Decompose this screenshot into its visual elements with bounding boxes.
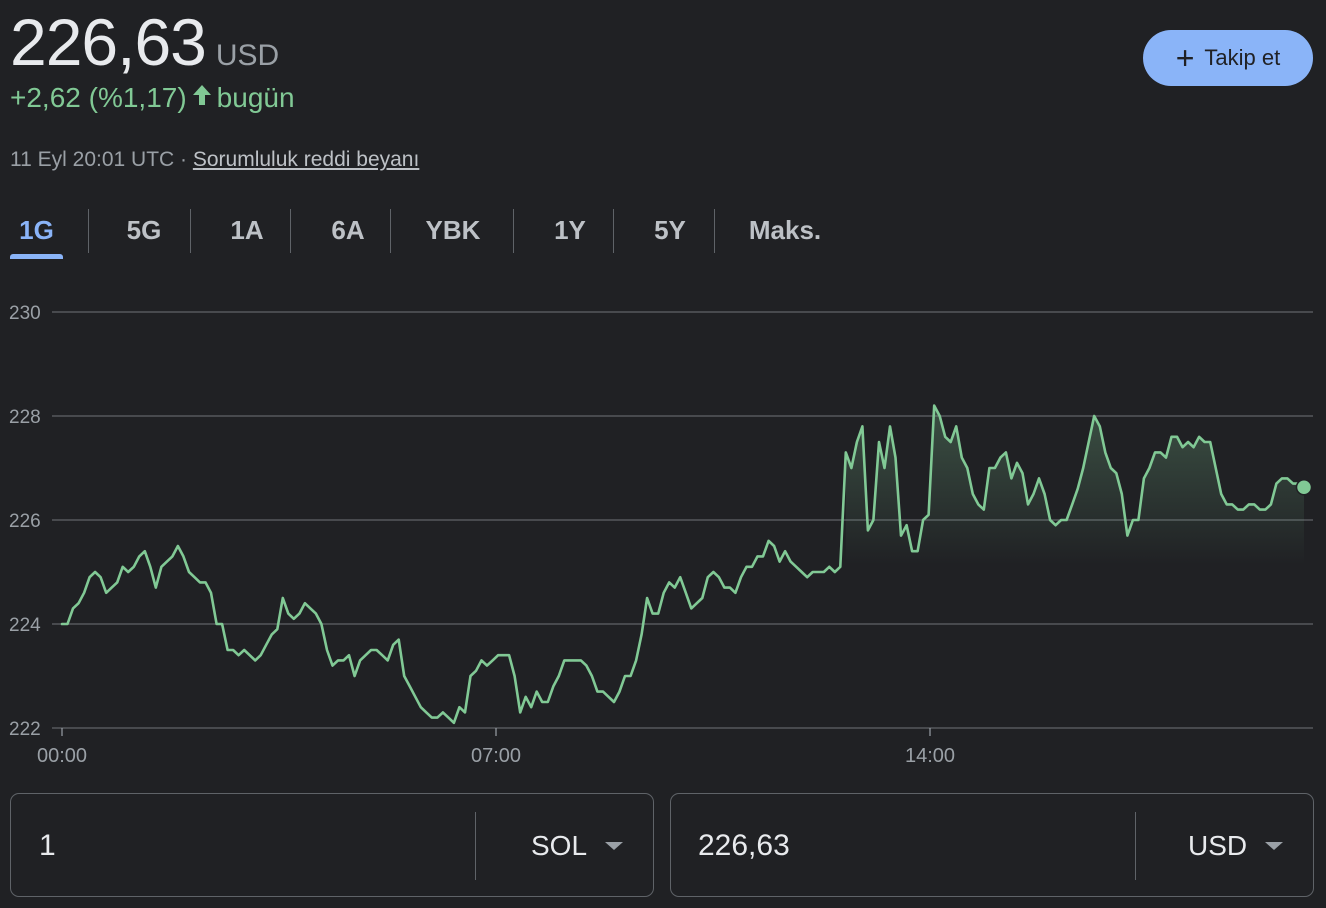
tab-ybk[interactable]: YBK <box>415 205 491 255</box>
x-tick-label: 07:00 <box>471 745 521 767</box>
tab-divider <box>190 209 191 253</box>
current-price: 226,63 <box>10 5 207 79</box>
tab-divider <box>390 209 391 253</box>
converter-from-input[interactable]: 1 <box>39 794 56 898</box>
x-tick-label: 00:00 <box>37 745 87 767</box>
follow-button[interactable]: + Takip et <box>1143 30 1313 86</box>
range-tabs: 1G 5G 1A 6A YBK 1Y 5Y Maks. <box>0 205 1326 261</box>
converter-to-unit-select[interactable]: USD <box>1188 794 1284 898</box>
tab-6a[interactable]: 6A <box>316 205 380 255</box>
converter-to-unit: USD <box>1188 830 1248 861</box>
tab-1y[interactable]: 1Y <box>538 205 602 255</box>
converter-from: 1 SOL <box>10 793 654 897</box>
dropdown-caret-icon <box>1265 842 1284 850</box>
converter-to-input[interactable]: 226,63 <box>698 794 790 898</box>
quote-timestamp: 11 Eyl 20:01 UTC · <box>10 148 188 171</box>
price-change-value: +2,62 (%1,17) <box>10 82 187 113</box>
price-currency: USD <box>215 39 280 72</box>
quote-timestamp-row: 11 Eyl 20:01 UTC · Sorumluluk reddi beya… <box>10 148 419 172</box>
price-change: +2,62 (%1,17) bugün <box>10 82 295 114</box>
tab-divider <box>714 209 715 253</box>
converter-from-unit-select[interactable]: SOL <box>531 794 624 898</box>
converter-divider <box>475 812 476 880</box>
tab-1g[interactable]: 1G <box>10 205 63 259</box>
price-chart[interactable]: 230 228 226 224 222 00:00 07:00 14:00 <box>0 290 1326 780</box>
y-tick-label: 228 <box>9 407 41 428</box>
dropdown-caret-icon <box>605 842 624 850</box>
tab-divider <box>613 209 614 253</box>
y-tick-label: 230 <box>9 303 41 324</box>
tab-divider <box>513 209 514 253</box>
series-area-fill <box>845 405 1304 565</box>
tab-maks[interactable]: Maks. <box>740 205 830 255</box>
price-header: 226,63 USD <box>10 2 279 82</box>
price-change-period: bugün <box>216 82 295 113</box>
tab-divider <box>88 209 89 253</box>
converter-from-unit: SOL <box>531 830 588 861</box>
follow-button-label: Takip et <box>1204 45 1281 70</box>
y-tick-label: 222 <box>9 719 41 740</box>
y-tick-label: 226 <box>9 511 41 532</box>
converter-to: 226,63 USD <box>670 793 1314 897</box>
disclaimer-link[interactable]: Sorumluluk reddi beyanı <box>193 148 419 171</box>
tab-1a[interactable]: 1A <box>215 205 279 255</box>
arrow-up-icon <box>191 82 213 114</box>
y-tick-label: 224 <box>9 615 41 636</box>
tab-5y[interactable]: 5Y <box>638 205 702 255</box>
plus-icon: + <box>1175 40 1195 76</box>
converter-divider <box>1135 812 1136 880</box>
tab-5g[interactable]: 5G <box>113 205 175 255</box>
last-price-point <box>1295 478 1313 496</box>
x-tick-label: 14:00 <box>905 745 955 767</box>
tab-divider <box>290 209 291 253</box>
